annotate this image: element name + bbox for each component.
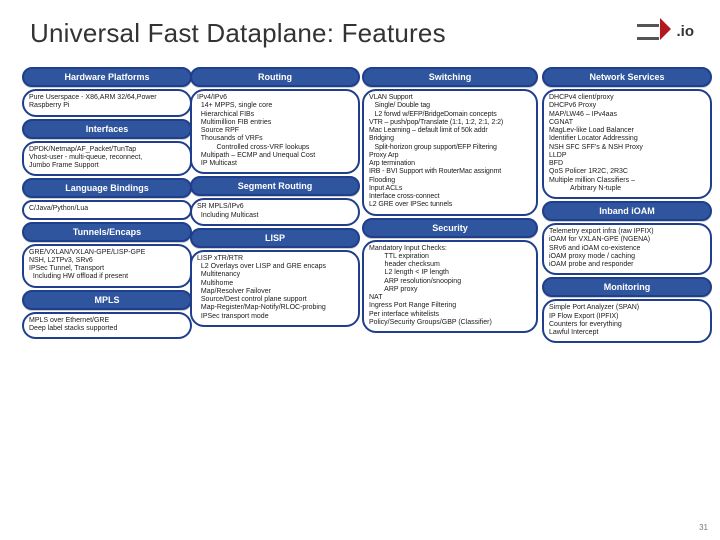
pill-inband-ioam: Inband iOAM — [542, 201, 712, 221]
feature-board: Hardware Platforms Pure Userspace - X86,… — [22, 65, 710, 485]
fdio-logo: .io — [637, 18, 695, 44]
pill-monitoring: Monitoring — [542, 277, 712, 297]
box-switching: VLAN Support Single/ Double tag L2 forwd… — [362, 89, 538, 216]
box-segment-routing: SR MPLS/IPv6 Including Multicast — [190, 198, 360, 226]
pill-hardware-platforms: Hardware Platforms — [22, 67, 192, 87]
box-language-bindings: C/Java/Python/Lua — [22, 200, 192, 219]
pill-routing: Routing — [190, 67, 360, 87]
box-interfaces: DPDK/Netmap/AF_Packet/TunTapVhost-user -… — [22, 141, 192, 177]
page-number: 31 — [699, 523, 708, 532]
box-routing: IPv4/IPv6 14+ MPPS, single core Hierarch… — [190, 89, 360, 174]
box-network-services: DHCPv4 client/proxyDHCPv6 ProxyMAP/LW46 … — [542, 89, 712, 199]
pill-interfaces: Interfaces — [22, 119, 192, 139]
box-lisp: LISP xTR/RTR L2 Overlays over LISP and G… — [190, 250, 360, 327]
pill-network-services: Network Services — [542, 67, 712, 87]
pill-mpls: MPLS — [22, 290, 192, 310]
box-mpls: MPLS over Ethernet/GREDeep label stacks … — [22, 312, 192, 340]
box-tunnels-encaps: GRE/VXLAN/VXLAN-GPE/LISP-GPENSH, L2TPv3,… — [22, 244, 192, 288]
box-monitoring: Simple Port Analyzer (SPAN)IP Flow Expor… — [542, 299, 712, 343]
logo-mark-icon — [637, 18, 675, 44]
box-inband-ioam: Telemetry export infra (raw IPFIX)iOAM f… — [542, 223, 712, 275]
pill-switching: Switching — [362, 67, 538, 87]
pill-segment-routing: Segment Routing — [190, 176, 360, 196]
box-security: Mandatory Input Checks: TTL expiration h… — [362, 240, 538, 334]
pill-language-bindings: Language Bindings — [22, 178, 192, 198]
logo-suffix: .io — [677, 23, 695, 40]
pill-lisp: LISP — [190, 228, 360, 248]
pill-tunnels-encaps: Tunnels/Encaps — [22, 222, 192, 242]
box-hardware-platforms: Pure Userspace - X86,ARM 32/64,PowerRasp… — [22, 89, 192, 117]
pill-security: Security — [362, 218, 538, 238]
page-title: Universal Fast Dataplane: Features — [30, 18, 446, 49]
